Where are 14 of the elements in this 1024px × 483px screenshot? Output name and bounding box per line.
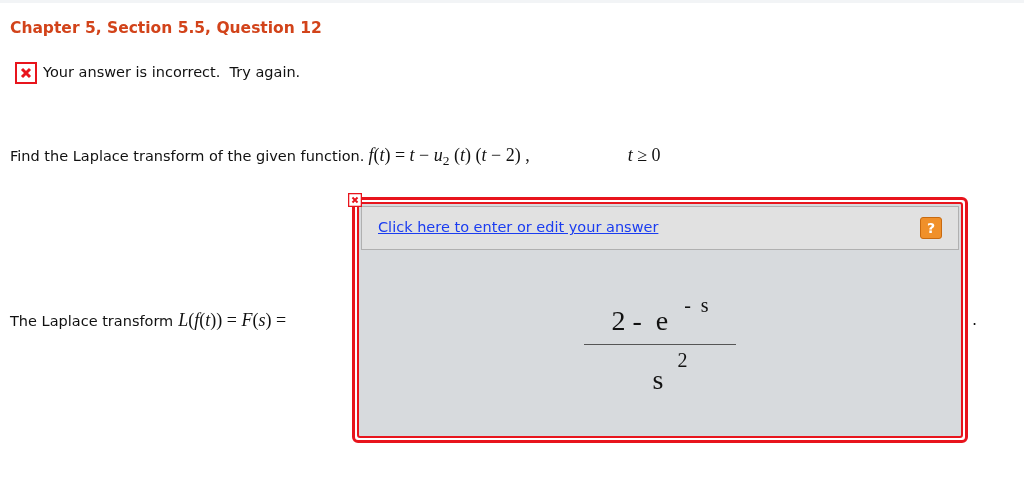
question-text: Find the Laplace transform of the given function. xyxy=(10,147,365,167)
denominator: s xyxy=(652,363,664,398)
question-title: Chapter 5, Section 5.5, Question 12 xyxy=(10,18,323,39)
trailing-period: . xyxy=(972,309,978,332)
function-formula: f(t) = t − u$_{2}$ (t) (t − 2) , xyxy=(368,144,530,170)
numerator: 2 - e xyxy=(611,304,669,339)
answer-label: The Laplace transform xyxy=(10,311,174,331)
answer-box[interactable]: Click here to enter or edit your answer ? 2 - e - s s 2 xyxy=(352,197,968,444)
feedback-message: Your answer is incorrect. Try again. xyxy=(43,63,301,83)
condition-formula: t ≥ 0 xyxy=(627,144,661,168)
transform-formula: L(f(t)) = F(s) = xyxy=(178,308,287,332)
exponent: 2 xyxy=(677,348,688,374)
exponent: - s xyxy=(684,293,709,319)
edit-answer-link[interactable]: Click here to enter or edit your answer xyxy=(378,217,659,240)
